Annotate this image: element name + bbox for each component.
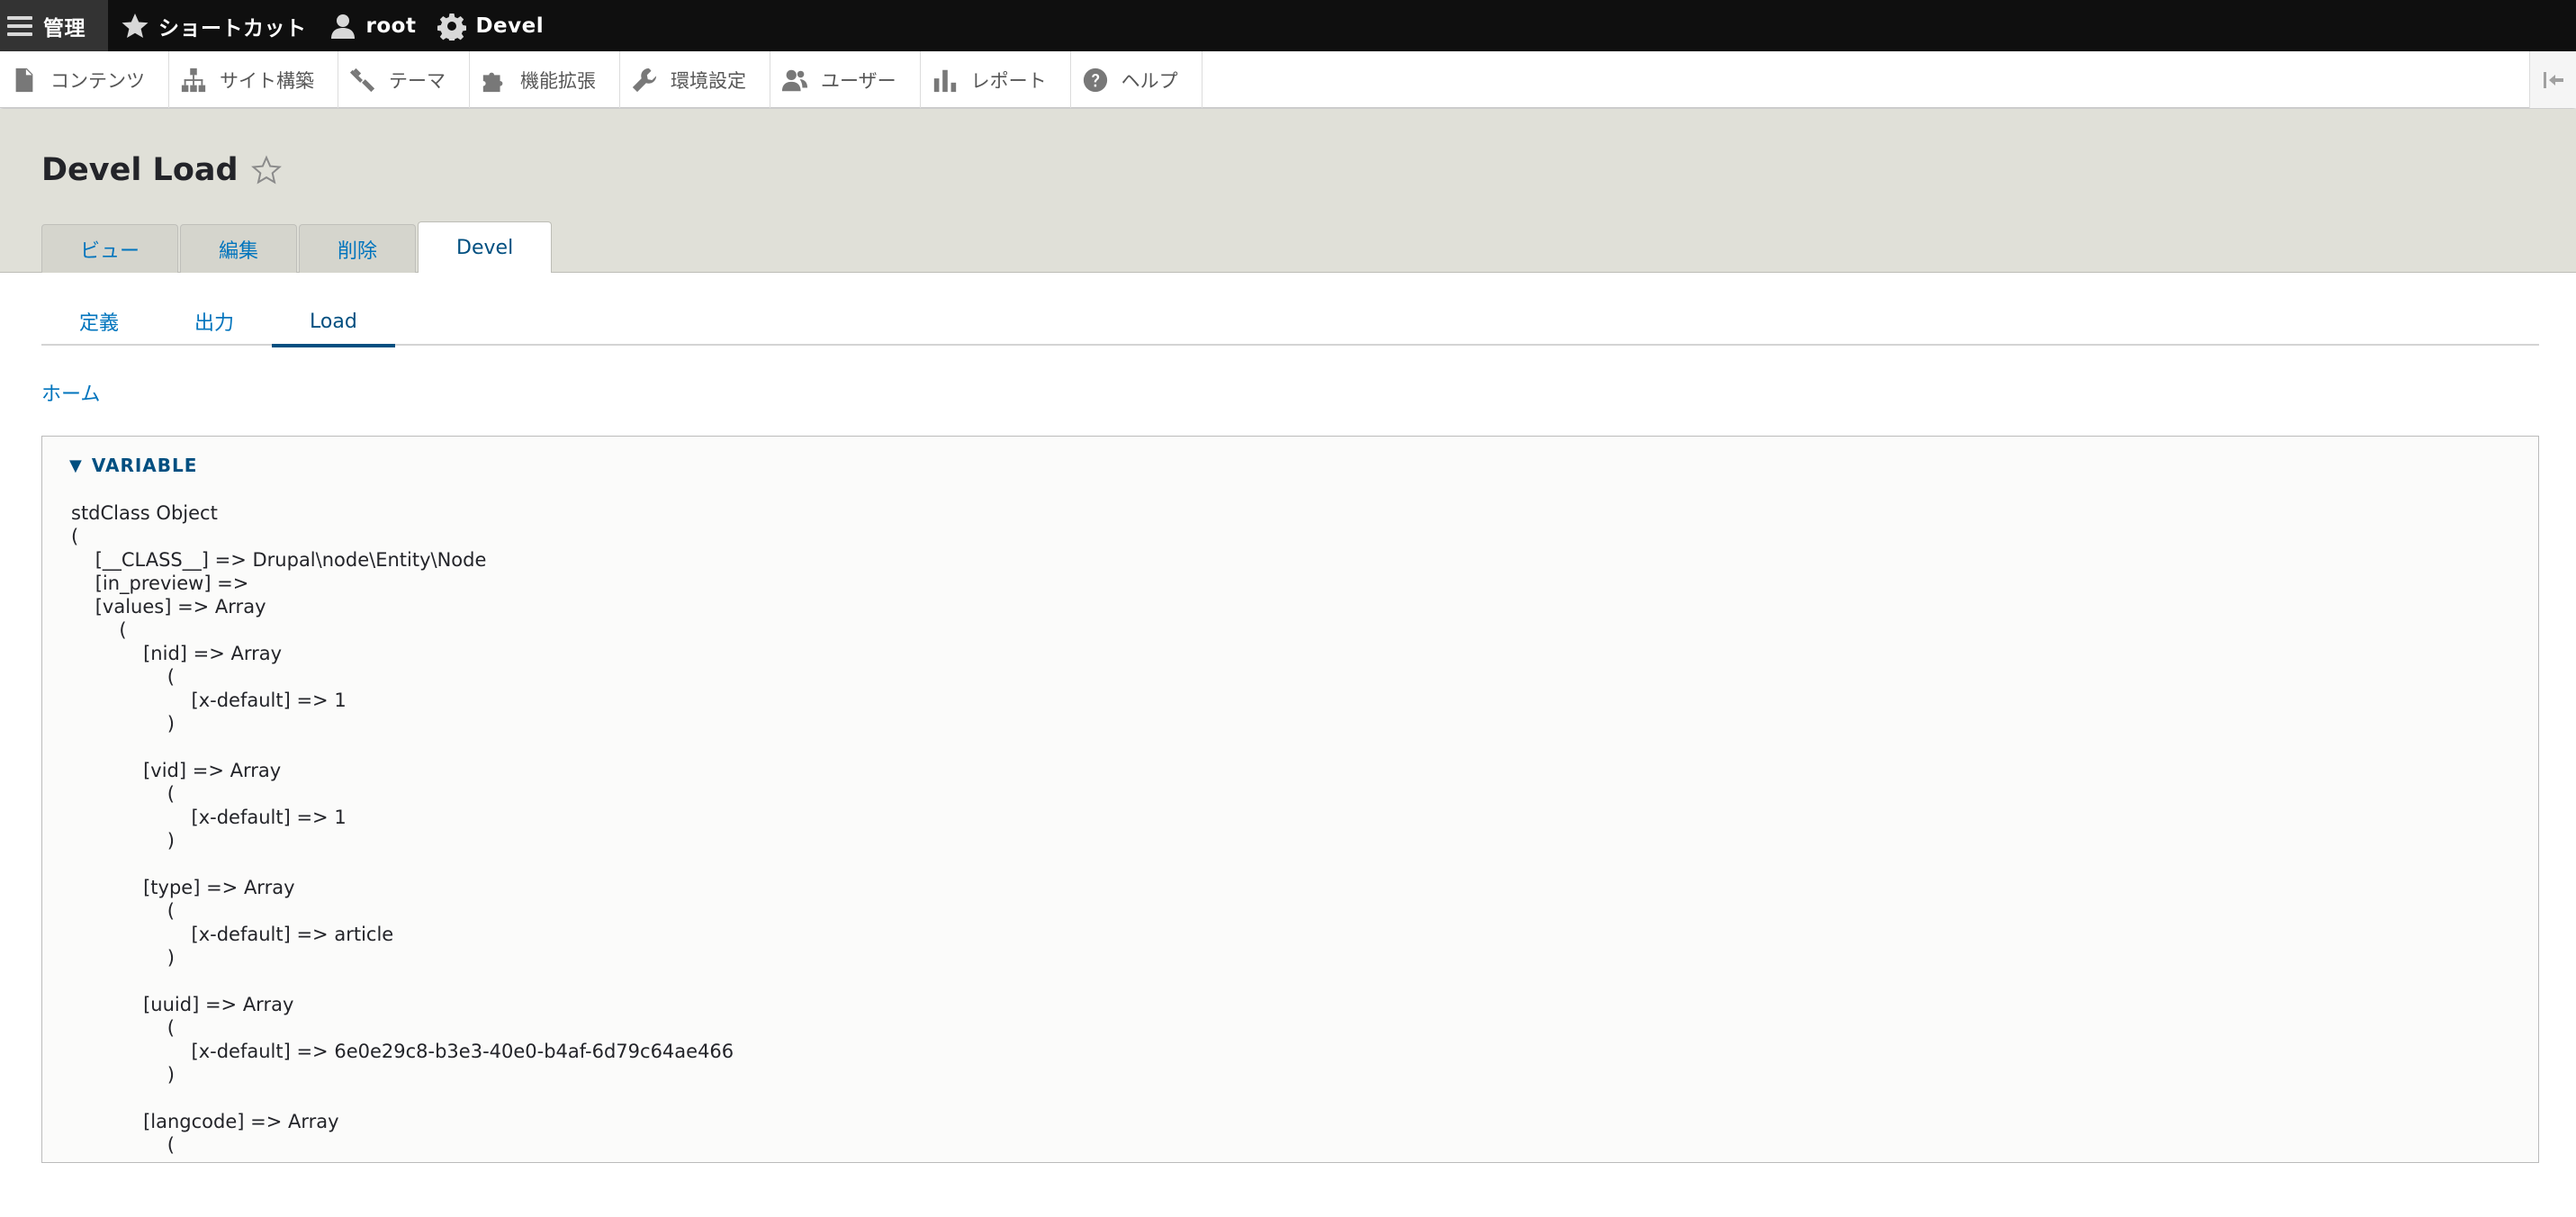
dump-line: [x-default] => 1 (71, 807, 347, 828)
gear-icon (437, 13, 467, 41)
primary-tabs: ビュー 編集 削除 Devel (41, 221, 554, 273)
dump-line (71, 1086, 734, 1110)
dump-line: [nid] => Array (71, 643, 283, 664)
page-title-wrapper: Devel Load (41, 152, 282, 188)
dump-line: ( (71, 783, 175, 805)
wrench-icon (632, 68, 657, 92)
breadcrumb: ホーム (41, 378, 100, 407)
toolbar-devel-label: Devel (475, 14, 545, 38)
tab-label: Devel (456, 236, 514, 259)
sitemap-icon (181, 68, 206, 92)
tab-delete[interactable]: 削除 (299, 224, 417, 273)
dump-line: ( (71, 526, 79, 547)
tray-item-label: ヘルプ (1121, 69, 1178, 92)
tray-item-appearance[interactable]: テーマ (338, 51, 470, 108)
dump-line: ( (71, 900, 175, 922)
hamburger-menu-icon (7, 15, 32, 36)
bar-chart-icon (933, 69, 956, 92)
dump-line: [__CLASS__] => Drupal\node\Entity\Node (71, 549, 487, 571)
variable-dump-content: stdClass Object( [__CLASS__] => Drupal\n… (71, 501, 734, 1157)
file-icon (15, 68, 33, 92)
dump-line: [vid] => Array (71, 760, 282, 781)
dump-line: [in_preview] => (71, 572, 249, 594)
paint-icon (349, 68, 375, 92)
subtab-label: Load (310, 310, 357, 333)
tray-item-content[interactable]: コンテンツ (0, 51, 169, 108)
star-icon (122, 13, 149, 38)
subtab-load[interactable]: Load (272, 297, 395, 347)
dump-line: ( (71, 619, 127, 641)
dump-line: ) (71, 1064, 175, 1086)
subtab-label: 出力 (194, 312, 235, 335)
variable-summary-toggle[interactable]: ▼ VARIABLE (69, 455, 197, 476)
variable-summary-label: VARIABLE (91, 455, 198, 476)
tab-devel[interactable]: Devel (418, 221, 553, 273)
tray-item-label: 機能拡張 (520, 69, 596, 92)
dump-line: [langcode] => Array (71, 1111, 339, 1132)
user-icon (330, 14, 355, 39)
secondary-tabs: 定義 出力 Load (41, 297, 2539, 347)
page-title: Devel Load (41, 152, 239, 188)
dump-line: [uuid] => Array (71, 994, 294, 1015)
breadcrumb-home-link[interactable]: ホーム (41, 383, 100, 406)
puzzle-icon (482, 72, 503, 92)
variable-dump-panel: ▼ VARIABLE stdClass Object( [__CLASS__] … (41, 436, 2539, 1163)
dump-line (71, 969, 734, 993)
triangle-down-icon: ▼ (69, 455, 83, 475)
toolbar-devel[interactable]: Devel (430, 0, 558, 51)
collapse-arrow-icon (2543, 71, 2563, 88)
dump-line: stdClass Object (71, 502, 218, 524)
tray-menu: コンテンツ サイト構築 テーマ 機能拡張 環境設定 ユーザー レポート ヘルプ (0, 51, 1202, 108)
tray-item-people[interactable]: ユーザー (770, 51, 921, 108)
tab-label: ビュー (80, 239, 140, 263)
admin-toolbar: 管理 ショートカット root Devel (0, 0, 2576, 51)
tab-label: 編集 (219, 239, 259, 263)
toolbar-tray: コンテンツ サイト構築 テーマ 機能拡張 環境設定 ユーザー レポート ヘルプ (0, 51, 2576, 108)
tab-label: 削除 (338, 239, 378, 263)
toolbar-user-label: root (365, 14, 417, 38)
tray-item-label: 環境設定 (671, 69, 746, 92)
tray-item-structure[interactable]: サイト構築 (169, 51, 338, 108)
dump-line: ( (71, 666, 175, 688)
dump-line: ( (71, 1134, 175, 1156)
subtab-definition[interactable]: 定義 (41, 297, 157, 346)
people-icon (781, 69, 808, 91)
tray-item-label: レポート (970, 69, 1047, 92)
shortcut-star-icon[interactable] (250, 155, 282, 185)
toolbar-manage-label: 管理 (43, 16, 86, 41)
page-header: Devel Load ビュー 編集 削除 Devel (0, 109, 2576, 273)
dump-line: ) (71, 830, 175, 852)
dump-line: [values] => Array (71, 596, 266, 618)
tray-item-help[interactable]: ヘルプ (1071, 51, 1202, 108)
dump-line: ( (71, 1017, 175, 1039)
subtab-label: 定義 (79, 312, 120, 335)
toolbar-shortcuts[interactable]: ショートカット (108, 0, 321, 51)
tray-item-label: サイト構築 (220, 69, 314, 92)
dump-line: [x-default] => 1 (71, 690, 347, 711)
tray-item-label: コンテンツ (50, 69, 145, 92)
dump-line: [type] => Array (71, 877, 295, 898)
dump-line (71, 852, 734, 876)
dump-line: [x-default] => article (71, 924, 394, 945)
toolbar-shortcuts-label: ショートカット (158, 16, 307, 41)
tray-item-label: テーマ (389, 69, 446, 92)
tray-item-extend[interactable]: 機能拡張 (470, 51, 620, 108)
dump-line (71, 735, 734, 759)
toolbar-user[interactable]: root (321, 0, 431, 51)
question-icon (1083, 68, 1107, 92)
dump-line: [x-default] => 6e0e29c8-b3e3-40e0-b4af-6… (71, 1041, 734, 1062)
tab-edit[interactable]: 編集 (180, 224, 298, 273)
subtab-render[interactable]: 出力 (157, 297, 272, 346)
toolbar-manage[interactable]: 管理 (0, 0, 108, 51)
tab-view[interactable]: ビュー (41, 224, 179, 273)
tray-item-reports[interactable]: レポート (921, 51, 1071, 108)
tray-item-config[interactable]: 環境設定 (620, 51, 770, 108)
dump-line: ) (71, 713, 175, 735)
tray-item-label: ユーザー (821, 69, 896, 92)
dump-line: ) (71, 947, 175, 969)
tray-orientation-toggle[interactable] (2529, 51, 2576, 108)
